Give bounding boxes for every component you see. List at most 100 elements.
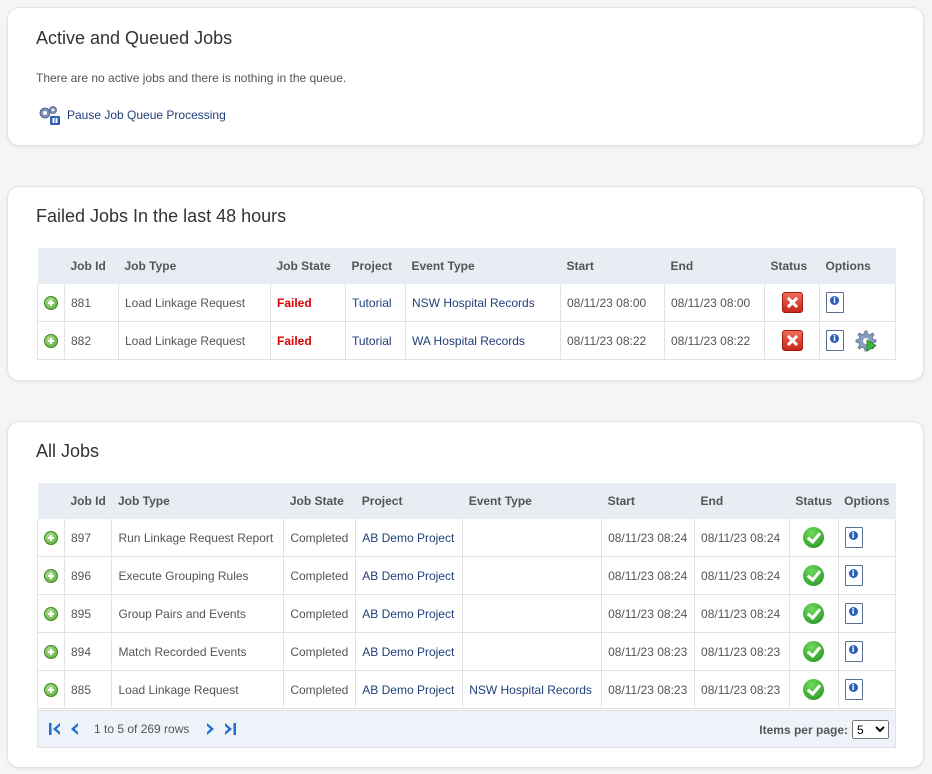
project-link[interactable]: AB Demo Project: [355, 519, 464, 557]
event-type-link[interactable]: WA Hospital Records: [405, 321, 561, 360]
expand-plus-icon[interactable]: [44, 644, 58, 659]
options-cell: [838, 670, 897, 709]
column-header-project[interactable]: Project: [345, 248, 406, 284]
start-cell: 08/11/23 08:22: [560, 321, 665, 360]
column-header-job-id[interactable]: Job Id: [64, 248, 119, 284]
column-header-job-state[interactable]: Job State: [283, 483, 356, 519]
expand-plus-icon[interactable]: [44, 295, 58, 310]
job-type-cell: Load Linkage Request: [118, 284, 271, 322]
column-header-start[interactable]: Start: [560, 248, 665, 284]
pagination-nav: 1 to 5 of 269 rows: [48, 722, 237, 736]
rerun-gear-icon[interactable]: [855, 330, 878, 352]
event-type-link[interactable]: NSW Hospital Records: [405, 284, 561, 322]
event-type-link[interactable]: [462, 556, 603, 595]
expand-plus-icon[interactable]: [44, 530, 58, 545]
column-header-job-type[interactable]: Job Type: [118, 248, 271, 284]
expand-plus-icon[interactable]: [44, 682, 58, 697]
table-header-row: Job Id Job Type Job State Project Event …: [37, 483, 896, 519]
expand-column-header: [37, 248, 65, 284]
active-jobs-title: Active and Queued Jobs: [36, 28, 233, 48]
end-cell: 08/11/23 08:24: [694, 556, 790, 595]
status-cell: [764, 321, 820, 360]
table-row: 894 Match Recorded Events Completed AB D…: [37, 632, 897, 671]
table-row: 881 Load Linkage Request Failed Tutorial…: [37, 284, 896, 322]
info-icon[interactable]: [844, 679, 863, 700]
expand-plus-icon[interactable]: [44, 568, 58, 583]
event-type-link[interactable]: [462, 594, 603, 633]
options-cell: [838, 556, 897, 595]
info-icon[interactable]: [826, 292, 844, 313]
no-active-jobs-message: There are no active jobs and there is no…: [36, 71, 347, 85]
project-link[interactable]: Tutorial: [345, 284, 406, 322]
status-cell: [789, 519, 839, 557]
column-header-end[interactable]: End: [664, 248, 765, 284]
failed-jobs-panel: Failed Jobs In the last 48 hours Job Id …: [7, 186, 924, 381]
success-icon: [803, 641, 825, 662]
project-link[interactable]: AB Demo Project: [355, 594, 464, 633]
column-header-end[interactable]: End: [694, 483, 790, 519]
job-state-cell: Completed: [283, 556, 357, 595]
previous-page-icon[interactable]: [68, 722, 82, 736]
project-link[interactable]: AB Demo Project: [355, 556, 464, 595]
items-per-page-label: Items per page:: [759, 722, 848, 737]
pause-queue-link[interactable]: Pause Job Queue Processing: [37, 104, 226, 126]
info-icon[interactable]: [844, 603, 863, 624]
job-state-cell: Completed: [283, 594, 357, 633]
project-link[interactable]: AB Demo Project: [355, 670, 464, 709]
job-id-cell: 885: [64, 670, 113, 709]
column-header-job-type[interactable]: Job Type: [111, 483, 284, 519]
last-page-icon[interactable]: [223, 722, 237, 736]
end-cell: 08/11/23 08:23: [694, 670, 790, 709]
expand-cell: [37, 519, 65, 557]
column-header-status[interactable]: Status: [789, 483, 839, 519]
expand-cell: [37, 556, 65, 595]
status-cell: [789, 632, 839, 671]
start-cell: 08/11/23 08:24: [601, 556, 696, 595]
options-cell: [838, 594, 897, 633]
column-header-event-type[interactable]: Event Type: [405, 248, 561, 284]
project-link[interactable]: Tutorial: [345, 321, 406, 360]
status-cell: [789, 670, 839, 709]
next-page-icon[interactable]: [203, 722, 217, 736]
column-header-status[interactable]: Status: [764, 248, 820, 284]
end-cell: 08/11/23 08:24: [694, 594, 790, 633]
job-state-cell: Failed: [270, 321, 346, 360]
info-icon[interactable]: [844, 527, 863, 548]
info-icon[interactable]: [826, 330, 844, 351]
start-cell: 08/11/23 08:24: [601, 594, 696, 633]
end-cell: 08/11/23 08:23: [694, 632, 790, 671]
pause-queue-label[interactable]: Pause Job Queue Processing: [67, 108, 226, 122]
first-page-icon[interactable]: [48, 722, 62, 736]
project-link[interactable]: AB Demo Project: [355, 632, 464, 671]
column-header-job-state[interactable]: Job State: [270, 248, 346, 284]
table-header-row: Job Id Job Type Job State Project Event …: [37, 248, 896, 284]
job-type-cell: Execute Grouping Rules: [111, 556, 285, 595]
table-row: 885 Load Linkage Request Completed AB De…: [37, 670, 897, 709]
info-icon[interactable]: [844, 565, 863, 586]
job-type-cell: Load Linkage Request: [118, 321, 271, 360]
options-cell: [838, 632, 897, 671]
all-jobs-title: All Jobs: [36, 441, 100, 461]
info-icon[interactable]: [844, 641, 863, 662]
event-type-link[interactable]: [462, 519, 603, 557]
column-header-event-type[interactable]: Event Type: [462, 483, 602, 519]
column-header-start[interactable]: Start: [601, 483, 695, 519]
job-id-cell: 897: [64, 519, 113, 557]
expand-plus-icon[interactable]: [44, 606, 58, 621]
expand-plus-icon[interactable]: [44, 333, 58, 348]
event-type-link[interactable]: NSW Hospital Records: [462, 670, 603, 709]
column-header-job-id[interactable]: Job Id: [64, 483, 112, 519]
start-cell: 08/11/23 08:24: [601, 519, 696, 557]
expand-cell: [37, 321, 65, 360]
success-icon: [803, 679, 825, 700]
job-state-cell: Completed: [283, 519, 357, 557]
expand-column-header: [37, 483, 65, 519]
event-type-link[interactable]: [462, 632, 603, 671]
job-type-cell: Run Linkage Request Report: [111, 519, 285, 557]
items-per-page-select[interactable]: 5: [852, 720, 889, 739]
column-header-options: Options: [838, 483, 896, 519]
failed-jobs-table: Job Id Job Type Job State Project Event …: [37, 248, 896, 360]
column-header-project[interactable]: Project: [355, 483, 463, 519]
status-cell: [789, 556, 839, 595]
gears-pause-icon: [39, 106, 60, 125]
